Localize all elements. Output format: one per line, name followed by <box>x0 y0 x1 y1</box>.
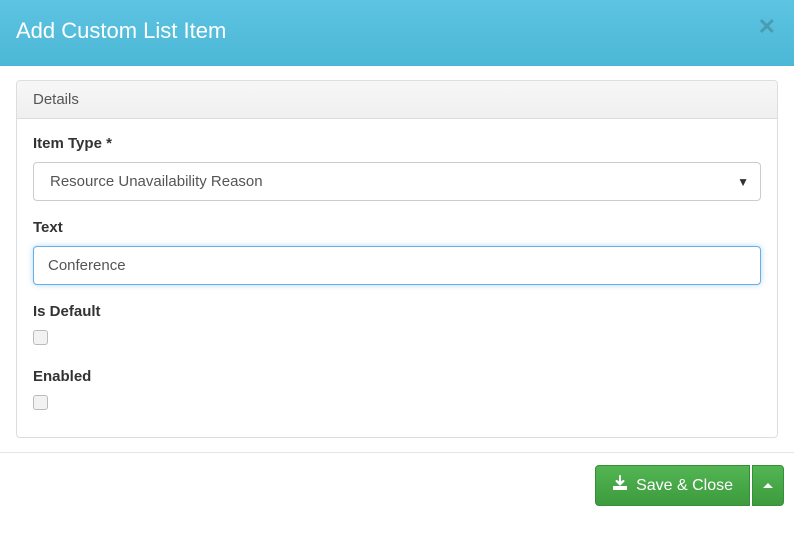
modal-header: Add Custom List Item ✕ <box>0 0 794 66</box>
panel-header: Details <box>17 81 777 119</box>
download-icon <box>612 475 628 496</box>
item-type-group: Item Type * Resource Unavailability Reas… <box>33 135 761 201</box>
modal-title: Add Custom List Item <box>16 18 778 44</box>
is-default-group: Is Default <box>33 303 761 350</box>
item-type-select-wrap: Resource Unavailability Reason ▼ <box>33 162 761 201</box>
enabled-group: Enabled <box>33 368 761 415</box>
enabled-checkbox[interactable] <box>33 395 48 410</box>
save-dropdown-toggle[interactable] <box>752 465 784 506</box>
close-icon[interactable]: ✕ <box>758 14 776 40</box>
is-default-label: Is Default <box>33 303 761 320</box>
panel-body: Item Type * Resource Unavailability Reas… <box>17 119 777 437</box>
text-input[interactable] <box>33 246 761 285</box>
item-type-label: Item Type * <box>33 135 761 152</box>
save-and-close-button[interactable]: Save & Close <box>595 465 750 506</box>
caret-up-icon <box>763 483 773 488</box>
is-default-checkbox[interactable] <box>33 330 48 345</box>
modal-body: Details Item Type * Resource Unavailabil… <box>0 66 794 452</box>
save-button-label: Save & Close <box>636 477 733 495</box>
text-label: Text <box>33 219 761 236</box>
details-panel: Details Item Type * Resource Unavailabil… <box>16 80 778 438</box>
modal-footer: Save & Close <box>0 452 794 518</box>
text-group: Text <box>33 219 761 285</box>
enabled-label: Enabled <box>33 368 761 385</box>
item-type-select[interactable]: Resource Unavailability Reason <box>33 162 761 201</box>
